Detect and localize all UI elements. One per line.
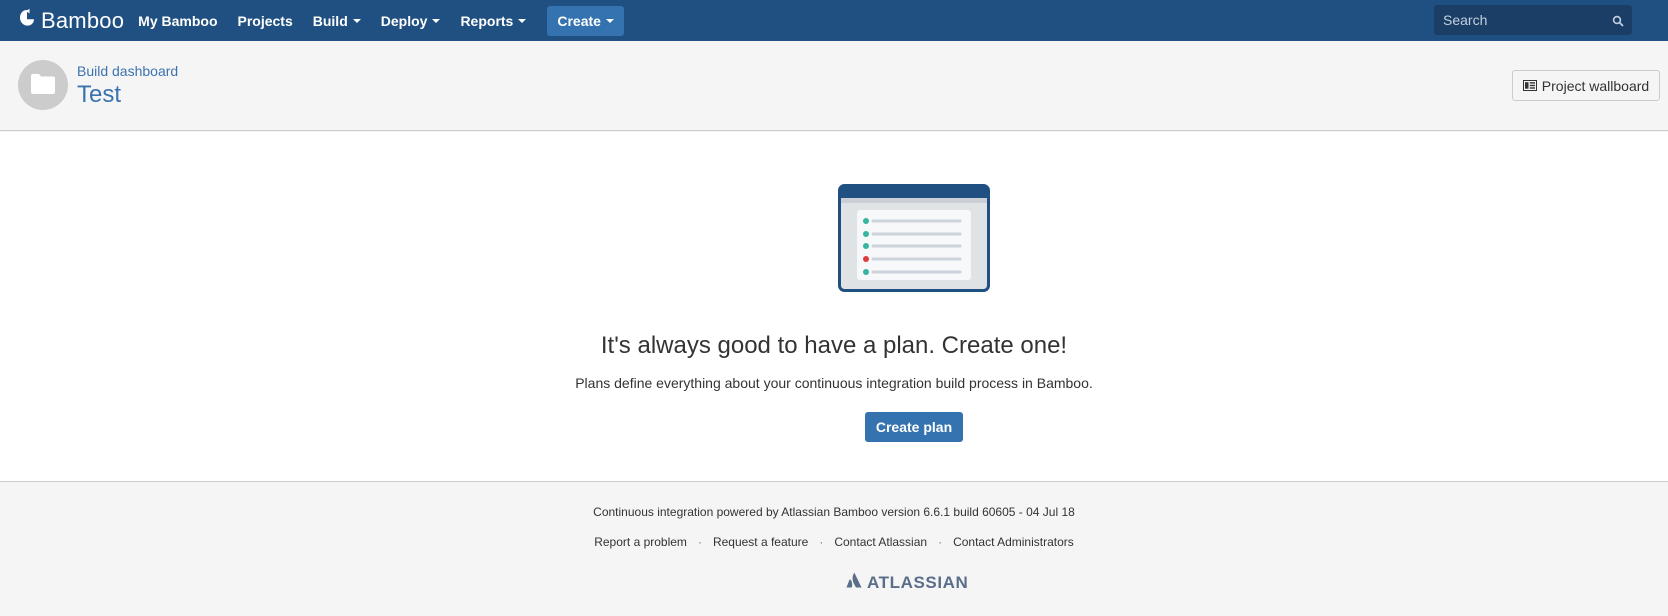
atlassian-logo[interactable]: ATLASSIAN [846,572,968,593]
page-title: Test [77,81,122,108]
project-avatar [18,60,68,110]
link-separator: · [938,535,943,549]
request-feature-link[interactable]: Request a feature [713,535,808,549]
empty-state-description: Plans define everything about your conti… [575,375,1093,391]
contact-atlassian-link[interactable]: Contact Atlassian [834,535,927,549]
empty-state-headline: It's always good to have a plan. Create … [600,332,1068,359]
nav-reports-label: Reports [460,12,514,29]
atlassian-logo-icon [846,572,867,593]
nav-my-bamboo[interactable]: My Bamboo [138,13,217,29]
nav-build-label: Build [312,12,348,29]
top-navigation: Bamboo My Bamboo Projects Build Deploy R… [0,0,1668,41]
bamboo-logo-icon [17,8,41,34]
breadcrumb[interactable]: Build dashboard [77,63,178,79]
search-input[interactable] [1434,12,1604,28]
create-button-label: Create [557,12,601,29]
powered-by-text: Continuous integration powered by Atlass… [593,505,1075,519]
create-plan-button[interactable]: Create plan [865,412,963,442]
search-box [1434,5,1632,35]
footer-links: Report a problem · Request a feature · C… [0,535,1668,549]
page-header: Build dashboard Test Project wallboard [0,41,1668,131]
app-name: Bamboo [41,7,125,33]
chevron-down-icon [352,18,361,23]
nav-projects-label: Projects [237,12,293,29]
create-button[interactable]: Create [547,5,624,36]
folder-icon [30,73,56,98]
empty-state: It's always good to have a plan. Create … [0,132,1668,482]
bamboo-logo[interactable]: Bamboo [17,8,124,34]
project-wallboard-label: Project wallboard [1541,77,1650,94]
contact-administrators-link[interactable]: Contact Administrators [953,535,1074,549]
nav-projects[interactable]: Projects [238,13,293,29]
chevron-down-icon [518,18,527,23]
nav-build[interactable]: Build [313,13,361,29]
report-problem-link[interactable]: Report a problem [594,535,687,549]
nav-reports[interactable]: Reports [460,12,527,29]
chevron-down-icon [432,18,441,23]
nav-deploy-label: Deploy [380,12,428,29]
project-wallboard-button[interactable]: Project wallboard [1512,70,1660,101]
link-separator: · [819,535,824,549]
link-separator: · [697,535,702,549]
nav-deploy[interactable]: Deploy [381,13,441,29]
chevron-down-icon [605,18,614,23]
footer: Continuous integration powered by Atlass… [0,483,1668,616]
plan-list-illustration [838,184,990,295]
atlassian-wordmark: ATLASSIAN [867,572,969,592]
search-icon[interactable] [1612,14,1624,30]
nav-items: My Bamboo Projects Build Deploy Reports … [138,5,624,36]
wallboard-icon [1522,78,1542,94]
nav-my-bamboo-label: My Bamboo [138,12,218,29]
